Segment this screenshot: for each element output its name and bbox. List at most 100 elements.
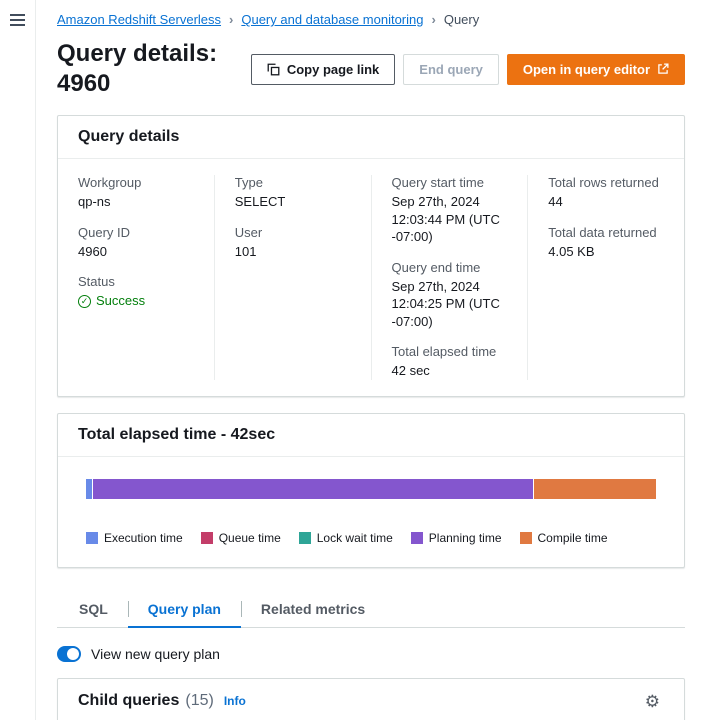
field-workgroup: Workgroup qp-ns <box>78 175 194 211</box>
breadcrumb-link-redshift-serverless[interactable]: Amazon Redshift Serverless <box>57 12 221 27</box>
breadcrumb-current: Query <box>444 12 479 27</box>
bar-segment <box>86 479 92 499</box>
page-title: Query details: 4960 <box>57 39 251 99</box>
field-value: Sep 27th, 2024 12:03:44 PM (UTC -07:00) <box>392 193 508 246</box>
copy-icon <box>267 63 280 76</box>
legend-item: Execution time <box>86 531 183 545</box>
field-value: SELECT <box>235 193 351 211</box>
legend-swatch-icon <box>86 532 98 544</box>
end-query-button[interactable]: End query <box>403 54 499 85</box>
field-total-rows-returned: Total rows returned 44 <box>548 175 664 211</box>
field-value: 4960 <box>78 243 194 261</box>
legend-label: Queue time <box>219 531 281 545</box>
elapsed-time-legend: Execution time Queue time Lock wait time Pl… <box>86 531 656 545</box>
legend-swatch-icon <box>201 532 213 544</box>
app-root: Amazon Redshift Serverless › Query and d… <box>0 0 713 720</box>
field-label: Status <box>78 274 194 289</box>
chevron-right-icon: › <box>431 12 435 27</box>
tabs: SQL Query plan Related metrics <box>57 592 685 628</box>
menu-icon[interactable] <box>6 10 29 30</box>
status-badge: ✓ Success <box>78 292 145 310</box>
tab-query-plan[interactable]: Query plan <box>128 592 241 628</box>
open-in-query-editor-label: Open in query editor <box>523 62 650 77</box>
legend-swatch-icon <box>299 532 311 544</box>
field-query-id: Query ID 4960 <box>78 225 194 261</box>
field-query-start-time: Query start time Sep 27th, 2024 12:03:44… <box>392 175 508 246</box>
copy-page-link-button[interactable]: Copy page link <box>251 54 395 85</box>
elapsed-time-card-title: Total elapsed time - 42sec <box>78 426 275 444</box>
child-queries-title: Child queries (15) Info <box>78 692 246 710</box>
elapsed-time-card: Total elapsed time - 42sec Execution tim… <box>57 413 685 568</box>
tab-related-metrics[interactable]: Related metrics <box>241 592 385 627</box>
legend-item: Lock wait time <box>299 531 393 545</box>
legend-item: Compile time <box>520 531 608 545</box>
query-details-column-4: Total rows returned 44 Total data return… <box>527 175 684 380</box>
header-actions: Copy page link End query Open in query e… <box>251 54 685 85</box>
info-link[interactable]: Info <box>224 694 246 708</box>
settings-gear-icon[interactable]: ⚙ <box>641 691 664 712</box>
field-value: 4.05 KB <box>548 243 664 261</box>
field-label: Query end time <box>392 260 508 275</box>
legend-label: Planning time <box>429 531 502 545</box>
legend-swatch-icon <box>411 532 423 544</box>
query-details-card-title: Query details <box>78 128 179 146</box>
legend-item: Planning time <box>411 531 502 545</box>
page-header: Query details: 4960 Copy page link End q… <box>57 39 685 99</box>
field-label: Workgroup <box>78 175 194 190</box>
copy-page-link-label: Copy page link <box>287 62 379 77</box>
main-content: Amazon Redshift Serverless › Query and d… <box>36 0 713 720</box>
child-queries-card-header: Child queries (15) Info ⚙ <box>58 679 684 720</box>
field-label: Total elapsed time <box>392 344 508 359</box>
query-details-card-header: Query details <box>58 116 684 159</box>
toggle-label: View new query plan <box>91 646 220 662</box>
legend-item: Queue time <box>201 531 281 545</box>
legend-label: Compile time <box>538 531 608 545</box>
view-new-query-plan-row: View new query plan <box>57 646 685 662</box>
field-user: User 101 <box>235 225 351 261</box>
chevron-right-icon: › <box>229 12 233 27</box>
success-check-icon: ✓ <box>78 295 91 308</box>
bar-segment <box>534 479 656 499</box>
elapsed-time-card-header: Total elapsed time - 42sec <box>58 414 684 457</box>
query-details-column-3: Query start time Sep 27th, 2024 12:03:44… <box>371 175 528 380</box>
field-value: 42 sec <box>392 362 508 380</box>
query-details-column-1: Workgroup qp-ns Query ID 4960 Status ✓ S… <box>58 175 214 380</box>
view-new-query-plan-toggle[interactable] <box>57 646 81 662</box>
tab-sql[interactable]: SQL <box>59 592 128 627</box>
elapsed-time-chart: Execution time Queue time Lock wait time Pl… <box>58 457 684 567</box>
field-value: 101 <box>235 243 351 261</box>
end-query-label: End query <box>419 62 483 77</box>
query-details-grid: Workgroup qp-ns Query ID 4960 Status ✓ S… <box>58 159 684 396</box>
field-total-data-returned: Total data returned 4.05 KB <box>548 225 664 261</box>
field-label: Type <box>235 175 351 190</box>
external-link-icon <box>657 63 669 75</box>
field-value: 44 <box>548 193 664 211</box>
field-type: Type SELECT <box>235 175 351 211</box>
field-value: Sep 27th, 2024 12:04:25 PM (UTC -07:00) <box>392 278 508 331</box>
status-text: Success <box>96 292 145 310</box>
child-queries-card: Child queries (15) Info ⚙ Child query se… <box>57 678 685 720</box>
side-nav-rail <box>0 0 36 720</box>
query-details-card: Query details Workgroup qp-ns Query ID 4… <box>57 115 685 397</box>
legend-label: Lock wait time <box>317 531 393 545</box>
field-status: Status ✓ Success <box>78 274 194 310</box>
field-label: Total rows returned <box>548 175 664 190</box>
query-details-column-2: Type SELECT User 101 <box>214 175 371 380</box>
field-total-elapsed-time: Total elapsed time 42 sec <box>392 344 508 380</box>
breadcrumb-link-query-monitoring[interactable]: Query and database monitoring <box>241 12 423 27</box>
elapsed-time-bar <box>86 479 656 499</box>
legend-label: Execution time <box>104 531 183 545</box>
field-label: Query start time <box>392 175 508 190</box>
child-queries-count: (15) <box>185 692 213 710</box>
open-in-query-editor-button[interactable]: Open in query editor <box>507 54 685 85</box>
legend-swatch-icon <box>520 532 532 544</box>
child-queries-title-text: Child queries <box>78 692 179 710</box>
toggle-knob <box>67 648 79 660</box>
breadcrumb: Amazon Redshift Serverless › Query and d… <box>57 12 685 27</box>
field-value: qp-ns <box>78 193 194 211</box>
field-label: Total data returned <box>548 225 664 240</box>
bar-segment <box>93 479 533 499</box>
field-query-end-time: Query end time Sep 27th, 2024 12:04:25 P… <box>392 260 508 331</box>
field-label: Query ID <box>78 225 194 240</box>
field-label: User <box>235 225 351 240</box>
